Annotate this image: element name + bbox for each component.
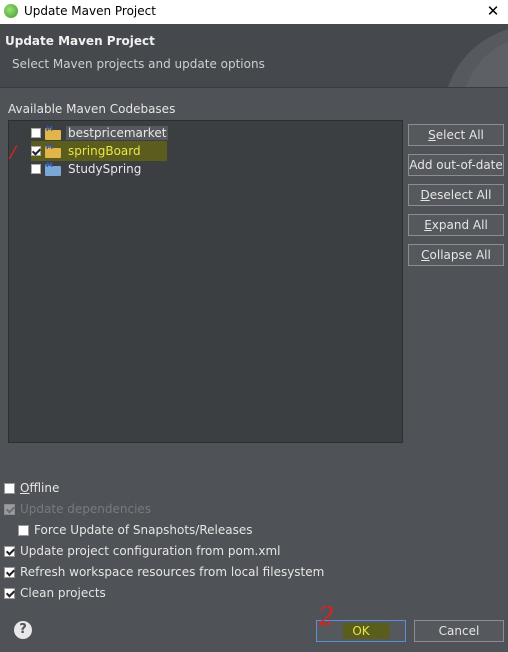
option-label: Refresh workspace resources from local f…: [20, 565, 325, 579]
option-label-rest: ffline: [29, 481, 60, 495]
help-icon[interactable]: ?: [14, 621, 32, 639]
checkbox[interactable]: [31, 146, 41, 156]
maven-project-folder-icon: M: [45, 161, 61, 176]
checkbox[interactable]: [4, 545, 15, 557]
button-label: eselect All: [429, 188, 492, 202]
button-label: elect All: [435, 128, 484, 142]
ok-button-label: OK: [352, 624, 370, 638]
checkbox[interactable]: [4, 482, 15, 494]
expand-all-button[interactable]: Expand All: [408, 214, 504, 236]
button-mnemonic: S: [428, 128, 436, 142]
dialog-subtitle: Select Maven projects and update options: [12, 57, 265, 71]
window-titlebar: Update Maven Project ✕: [0, 0, 508, 24]
tree-item-studyspring[interactable]: M StudySpring: [9, 160, 143, 178]
annotation-mark-2: 2: [318, 602, 335, 632]
checkbox[interactable]: [4, 587, 15, 599]
button-label: ollapse All: [429, 248, 491, 262]
maven-project-folder-icon: M: [45, 143, 61, 158]
add-out-of-date-button[interactable]: Add out-of-date: [408, 154, 504, 176]
option-label: Update project configuration from pom.xm…: [20, 544, 281, 558]
tree-item-label: StudySpring: [68, 162, 142, 176]
tree-item-bestpricemarket[interactable]: M bestpricemarket: [9, 124, 169, 142]
clean-projects-option[interactable]: Clean projects: [4, 586, 106, 600]
select-all-button[interactable]: Select All: [408, 124, 504, 146]
button-mnemonic: C: [421, 248, 430, 262]
dialog-header: Update Maven Project Select Maven projec…: [0, 24, 508, 88]
tree-item-label: springBoard: [68, 144, 141, 158]
force-update-option[interactable]: Force Update of Snapshots/Releases: [18, 523, 252, 537]
maven-project-folder-icon: M: [45, 125, 61, 140]
option-label: Force Update of Snapshots/Releases: [34, 523, 253, 537]
checkbox[interactable]: [31, 164, 41, 174]
checkbox[interactable]: [18, 524, 29, 536]
codebases-tree[interactable]: M bestpricemarket M springBoard M StudyS…: [8, 120, 403, 443]
tree-item-label: bestpricemarket: [66, 126, 169, 140]
button-label: xpand All: [431, 218, 488, 232]
checkbox[interactable]: [31, 128, 41, 138]
cancel-button[interactable]: Cancel: [414, 620, 504, 642]
option-label: Offline: [20, 481, 59, 495]
option-label: Clean projects: [20, 586, 106, 600]
refresh-workspace-option[interactable]: Refresh workspace resources from local f…: [4, 565, 324, 579]
tree-item-springboard[interactable]: M springBoard: [9, 142, 143, 160]
update-config-option[interactable]: Update project configuration from pom.xm…: [4, 544, 280, 558]
close-icon[interactable]: ✕: [478, 0, 508, 24]
option-label: Update dependencies: [20, 502, 152, 516]
update-dependencies-option: Update dependencies: [4, 502, 151, 516]
collapse-all-button[interactable]: Collapse All: [408, 244, 504, 266]
checkbox: [4, 503, 15, 515]
button-mnemonic: D: [420, 188, 430, 202]
codebases-label: Available Maven Codebases: [8, 102, 176, 116]
button-mnemonic: E: [424, 218, 432, 232]
offline-option[interactable]: Offline: [4, 481, 59, 495]
deselect-all-button[interactable]: Deselect All: [408, 184, 504, 206]
banner-decoration: [448, 29, 508, 87]
spring-app-icon: [4, 4, 18, 18]
checkbox[interactable]: [4, 566, 15, 578]
dialog-title: Update Maven Project: [5, 34, 155, 48]
window-title: Update Maven Project: [24, 4, 156, 18]
